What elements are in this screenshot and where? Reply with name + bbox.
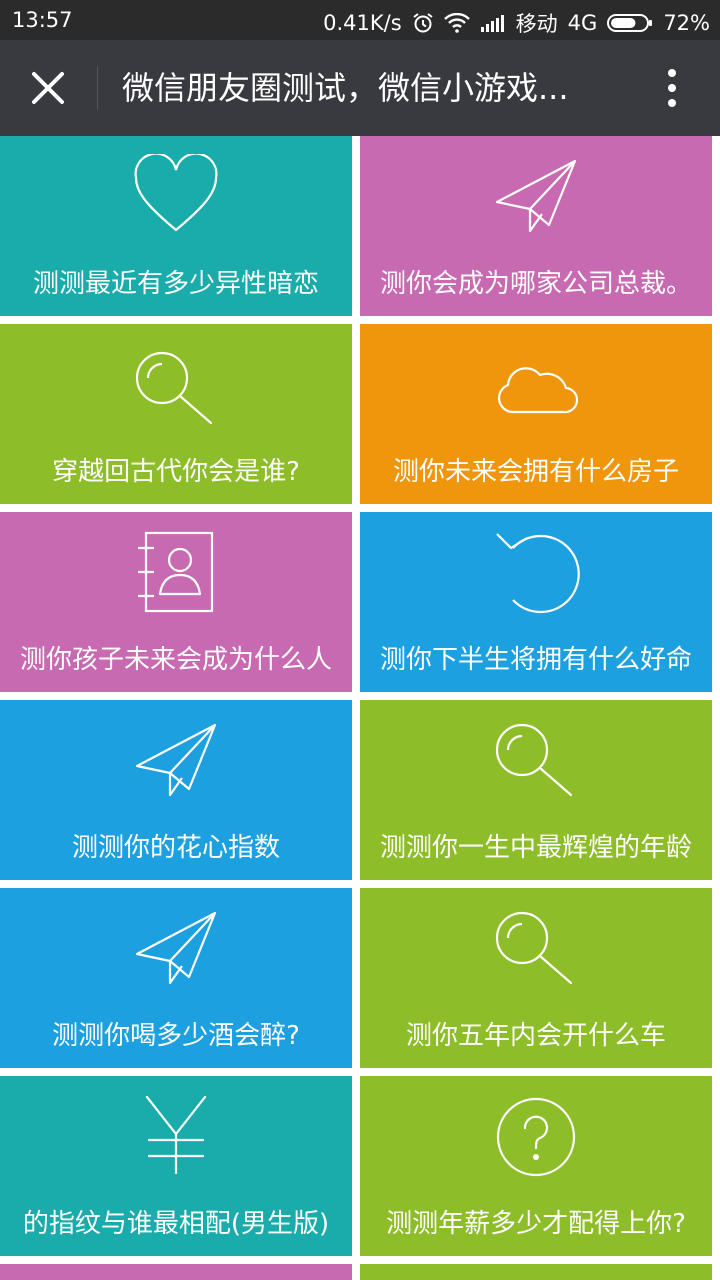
quiz-label: 的指纹与谁最相配(男生版) [22, 1209, 330, 1239]
quiz-tile[interactable]: 测你会成为哪家公司总裁。 [360, 136, 712, 316]
page-title: 微信朋友圈测试，微信小游戏... [122, 69, 569, 107]
quiz-label: 测你未来会拥有什么房子 [392, 457, 679, 487]
paper-plane-icon [0, 910, 352, 986]
close-icon [32, 72, 64, 104]
quiz-label: 测测你一生中最辉煌的年龄 [379, 833, 692, 863]
quiz-tile[interactable]: 测测你喝多少酒会醉? [0, 888, 352, 1068]
quiz-tile[interactable]: 测测你的花心指数 [0, 700, 352, 880]
quiz-label: 测测最近有多少异性暗恋 [32, 269, 319, 299]
quiz-label: 测测你的花心指数 [71, 833, 280, 863]
net-speed: 0.41K/s [323, 11, 402, 35]
status-right: 0.41K/s 移动 4G 72% [323, 8, 710, 38]
title-bar: 微信朋友圈测试，微信小游戏... [0, 40, 720, 136]
cloud-icon [360, 360, 712, 416]
paper-plane-icon [0, 722, 352, 798]
carrier-label: 移动 [515, 12, 558, 36]
quiz-tile[interactable]: 穿越回古代你会是谁? [0, 324, 352, 504]
quiz-tile[interactable]: 测测你一生中最辉煌的年龄 [360, 700, 712, 880]
quiz-tile[interactable]: 测你下半生将拥有什么好命 [360, 512, 712, 692]
wifi-icon [443, 13, 470, 33]
battery-icon [607, 13, 653, 33]
quiz-tile[interactable]: 的指纹与谁最相配(男生版) [0, 1076, 352, 1256]
paper-plane-icon [360, 158, 712, 234]
status-time: 13:57 [12, 8, 73, 32]
yen-icon [0, 1094, 352, 1176]
quiz-tile[interactable] [360, 1264, 712, 1280]
quiz-tile[interactable]: 测你未来会拥有什么房子 [360, 324, 712, 504]
search-icon [360, 722, 712, 798]
heart-icon [0, 154, 352, 234]
search-icon [360, 910, 712, 986]
question-icon [360, 1096, 712, 1178]
quiz-label: 测你会成为哪家公司总裁。 [379, 269, 692, 299]
quiz-label: 测测年薪多少才配得上你? [386, 1209, 686, 1239]
network-type: 4G [567, 11, 598, 35]
quiz-tile[interactable] [0, 1264, 352, 1280]
search-icon [0, 350, 352, 426]
more-menu-button[interactable] [650, 62, 694, 114]
alarm-icon [412, 12, 434, 34]
quiz-tile[interactable]: 测你孩子未来会成为什么人 [0, 512, 352, 692]
close-button[interactable] [20, 62, 76, 114]
quiz-label: 穿越回古代你会是谁? [52, 457, 300, 487]
quiz-label: 测你孩子未来会成为什么人 [19, 645, 332, 675]
signal-icon [480, 14, 506, 32]
title-divider [97, 66, 98, 110]
refresh-icon [360, 530, 712, 616]
more-vertical-icon [668, 69, 676, 107]
quiz-tile[interactable]: 测你五年内会开什么车 [360, 888, 712, 1068]
battery-percent: 72% [663, 11, 710, 35]
quiz-label: 测你下半生将拥有什么好命 [379, 645, 692, 675]
contact-book-icon [0, 530, 352, 616]
quiz-tile[interactable]: 测测最近有多少异性暗恋 [0, 136, 352, 316]
quiz-tile[interactable]: 测测年薪多少才配得上你? [360, 1076, 712, 1256]
status-bar: 13:57 0.41K/s 移动 4G 72% [0, 0, 720, 40]
quiz-label: 测你五年内会开什么车 [405, 1021, 666, 1051]
quiz-label: 测测你喝多少酒会醉? [52, 1021, 300, 1051]
